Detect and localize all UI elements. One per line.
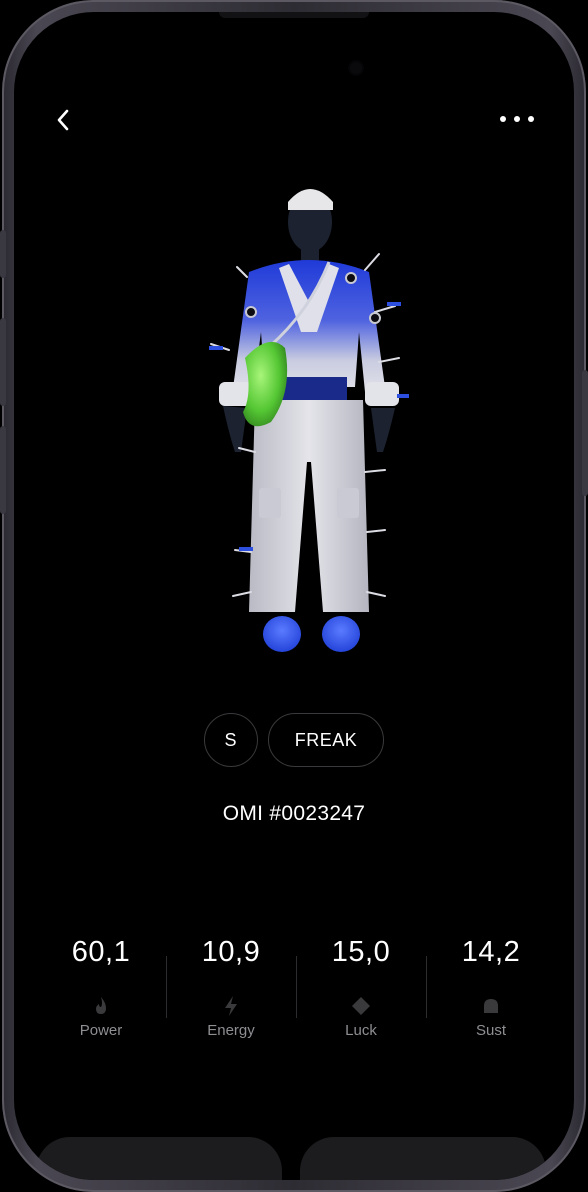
stat-luck: 15,0 Luck [296,932,426,1052]
top-notch [219,12,369,18]
ellipsis-dot [514,116,520,122]
chevron-left-icon [57,109,69,131]
stat-energy: 10,9 Energy [166,932,296,1052]
lightning-icon [221,996,241,1016]
ellipsis-dot [528,116,534,122]
stats-row: 60,1 Power 10,9 Energy 15,0 Luck 14,2 Su… [36,932,556,1052]
phone-frame: S FREAK OMI #0023247 60,1 Power 10,9 Ene… [0,0,588,1192]
more-options-button[interactable] [500,108,534,130]
token-id: OMI #0023247 [222,802,366,825]
stat-label: Power [79,1022,123,1039]
stat-power: 60,1 Power [36,932,166,1052]
avatar-figure [209,189,409,652]
stat-sust: 14,2 Sust [426,932,556,1052]
stat-label: Energy [207,1022,255,1039]
stat-label: Sust [475,1022,506,1039]
app-screen: S FREAK OMI #0023247 60,1 Power 10,9 Ene… [14,12,574,1180]
stat-value: 60,1 [71,936,131,968]
size-chip[interactable]: S [203,713,258,767]
attribute-chips: S FREAK [14,713,574,767]
tag-chip[interactable]: FREAK [267,713,385,767]
volume-up-button [0,318,6,406]
power-button [582,370,588,496]
bottom-action-left[interactable] [36,1137,282,1180]
ellipsis-icon [500,116,506,122]
diamond-icon [351,996,371,1016]
back-button[interactable] [50,106,78,134]
stat-value: 15,0 [331,936,391,968]
flame-icon [91,996,111,1016]
bottom-action-right[interactable] [300,1137,546,1180]
stat-value: 10,9 [201,936,261,968]
stat-label: Luck [345,1022,377,1039]
volume-down-button [0,426,6,514]
dome-icon [481,996,501,1016]
front-camera [350,62,362,74]
action-button [0,230,6,278]
stat-value: 14,2 [461,936,521,968]
